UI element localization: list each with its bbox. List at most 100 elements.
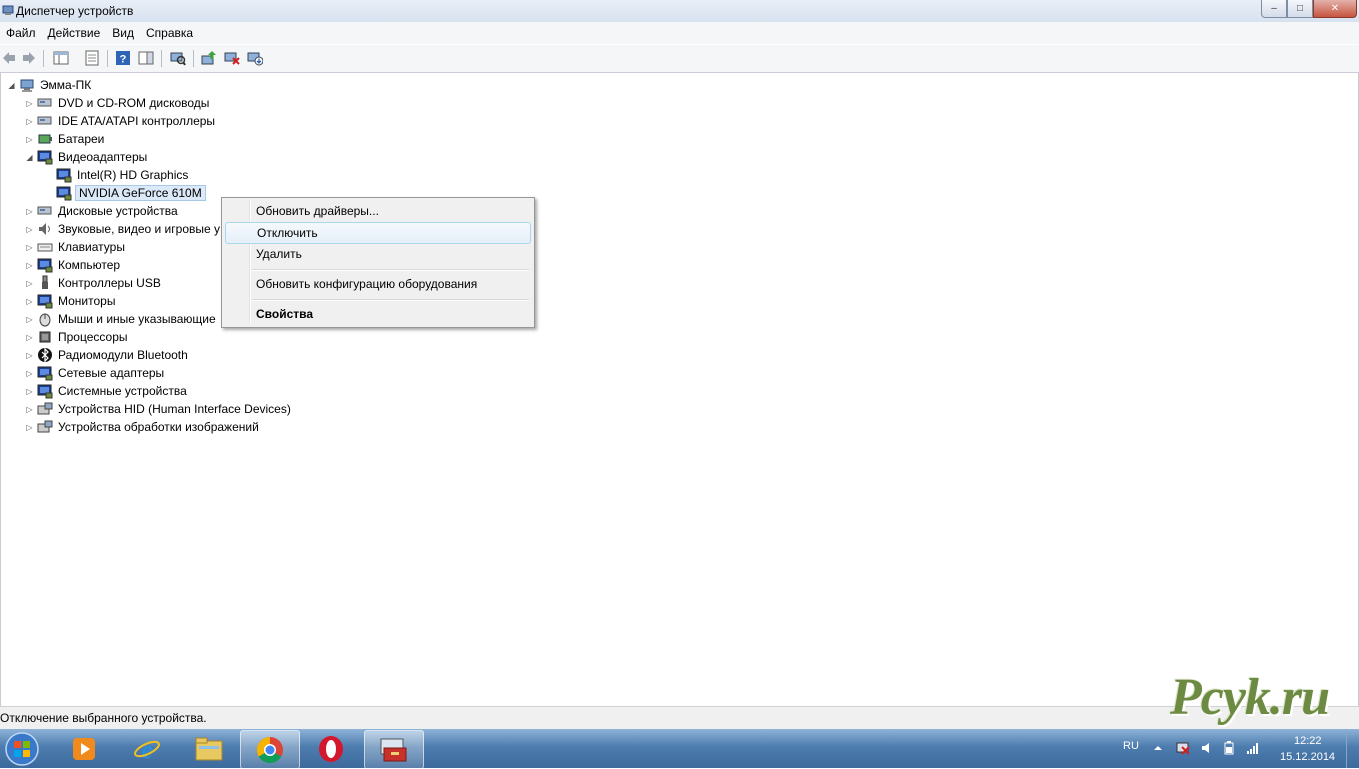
tree-device[interactable]: Intel(R) HD Graphics — [44, 166, 190, 184]
display-adapter-icon — [56, 186, 72, 201]
tree-category[interactable]: ▷ Устройства HID (Human Interface Devices… — [25, 400, 293, 418]
context-menu-disable[interactable]: Отключить — [225, 222, 531, 244]
battery-icon — [38, 134, 52, 144]
tree-node-label: Мониторы — [58, 294, 116, 308]
tree-category[interactable]: ▷ Устройства обработки изображений — [25, 418, 261, 436]
tree-expander-icon[interactable]: ▷ — [25, 279, 34, 288]
tree-node-label: IDE ATA/ATAPI контроллеры — [58, 114, 216, 128]
menu-file[interactable]: Файл — [0, 26, 42, 40]
tree-expander-icon[interactable]: ▷ — [25, 117, 34, 126]
maximize-button[interactable]: □ — [1287, 0, 1313, 18]
context-menu-separator — [252, 269, 529, 271]
taskbar-media-player[interactable] — [55, 730, 113, 767]
tree-category[interactable]: ▷ Клавиатуры — [25, 238, 127, 256]
tree-expander-icon[interactable]: ▷ — [25, 405, 34, 414]
tree-expander-icon[interactable]: ▷ — [25, 261, 34, 270]
tree-expander-icon[interactable]: ▷ — [25, 423, 34, 432]
tree-category[interactable]: ◢ Видеоадаптеры — [25, 148, 149, 166]
tree-category[interactable]: ▷ Мыши и иные указывающие — [25, 310, 218, 328]
windows-start-icon[interactable] — [2, 731, 42, 767]
tree-expander-icon[interactable]: ▷ — [25, 99, 34, 108]
tray-battery-icon[interactable] — [1222, 741, 1236, 755]
tree-expander-icon[interactable]: ▷ — [25, 225, 34, 234]
forward-arrow-icon[interactable] — [21, 50, 37, 66]
svg-text:e: e — [141, 735, 153, 764]
tree-category[interactable]: ▷ Компьютер — [25, 256, 122, 274]
toolbar-separator — [43, 50, 44, 67]
tree-category[interactable]: ▷ Дисковые устройства — [25, 202, 180, 220]
action-pane-icon[interactable] — [138, 50, 154, 66]
menu-action[interactable]: Действие — [42, 26, 107, 40]
tree-expander-icon[interactable]: ▷ — [25, 333, 34, 342]
context-menu-uninstall[interactable]: Удалить — [225, 244, 529, 264]
taskbar-device-manager[interactable] — [364, 730, 424, 769]
tree-category[interactable]: ▷ IDE ATA/ATAPI контроллеры — [25, 112, 217, 130]
tree-expander-icon[interactable]: ▷ — [25, 369, 34, 378]
show-desktop-button[interactable] — [1346, 729, 1359, 768]
toolbar-separator — [107, 50, 108, 67]
tree-expander-icon[interactable]: ◢ — [7, 81, 16, 90]
tree-expander-icon[interactable]: ▷ — [25, 351, 34, 360]
properties-sheet-icon[interactable] — [84, 50, 100, 66]
context-menu-update-drivers[interactable]: Обновить драйверы... — [225, 201, 529, 221]
update-driver-icon[interactable] — [201, 50, 217, 66]
tree-expander-icon[interactable]: ▷ — [25, 387, 34, 396]
show-hide-console-tree-icon[interactable] — [53, 50, 69, 66]
tree-expander-icon[interactable]: ▷ — [25, 297, 34, 306]
tree-expander-icon[interactable]: ◢ — [25, 153, 34, 162]
network-adapter-icon — [37, 366, 53, 381]
disable-device-icon[interactable] — [224, 50, 240, 66]
taskbar-internet-explorer[interactable]: e — [118, 730, 176, 767]
ide-controller-icon — [37, 116, 52, 125]
tray-volume-icon[interactable] — [1200, 741, 1214, 755]
tray-language[interactable]: RU — [1123, 740, 1139, 752]
usb-icon — [42, 275, 48, 289]
tree-category[interactable]: ▷ Звуковые, видео и игровые у — [25, 220, 222, 238]
taskbar-opera[interactable] — [302, 730, 360, 767]
menu-help[interactable]: Справка — [140, 26, 199, 40]
tree-category[interactable]: ▷ Радиомодули Bluetooth — [25, 346, 190, 364]
tree-category[interactable]: ▷ Системные устройства — [25, 382, 189, 400]
help-icon[interactable]: ? — [115, 50, 131, 66]
tree-node-label: Intel(R) HD Graphics — [77, 168, 189, 182]
menu-view[interactable]: Вид — [106, 26, 140, 40]
window-title: Диспетчер устройств — [16, 4, 134, 18]
tree-node-label: Эмма-ПК — [40, 78, 92, 92]
minimize-button[interactable]: – — [1261, 0, 1287, 18]
tray-network-warning-icon[interactable] — [1176, 741, 1190, 755]
scan-hardware-icon[interactable] — [170, 50, 186, 66]
tree-category[interactable]: ▷ Батареи — [25, 130, 106, 148]
media-player-icon — [73, 737, 95, 760]
system-device-icon — [37, 384, 53, 399]
tree-node-label: Компьютер — [58, 258, 121, 272]
toolbar-separator — [193, 50, 194, 67]
taskbar-chrome[interactable] — [240, 730, 300, 769]
tree-category[interactable]: ▷ DVD и CD-ROM дисководы — [25, 94, 211, 112]
tree-node-label: Устройства HID (Human Interface Devices) — [58, 402, 291, 416]
tree-expander-icon[interactable]: ▷ — [25, 207, 34, 216]
tree-node-label: Радиомодули Bluetooth — [58, 348, 188, 362]
tree-root-computer[interactable]: ◢ Эмма-ПК — [7, 76, 93, 94]
context-menu-scan-hardware[interactable]: Обновить конфигурацию оборудования — [225, 274, 529, 294]
tray-clock-date[interactable]: 15.12.2014 — [1280, 751, 1335, 763]
tree-expander-icon[interactable]: ▷ — [25, 243, 34, 252]
taskbar-explorer[interactable] — [180, 730, 238, 767]
context-menu-properties[interactable]: Свойства — [225, 304, 529, 324]
keyboard-icon — [37, 243, 53, 252]
tree-category[interactable]: ▷ Контроллеры USB — [25, 274, 163, 292]
close-button[interactable]: ✕ — [1313, 0, 1357, 18]
back-arrow-icon[interactable] — [1, 50, 17, 66]
tree-category[interactable]: ▷ Сетевые адаптеры — [25, 364, 166, 382]
tray-signal-strength-icon[interactable] — [1246, 741, 1260, 755]
computer-root-icon — [20, 79, 34, 92]
tree-expander-icon[interactable]: ▷ — [25, 135, 34, 144]
tray-expand-arrow-icon[interactable] — [1153, 741, 1163, 755]
tray-clock-time[interactable]: 12:22 — [1294, 735, 1322, 747]
taskbar: e RU 12:22 15.12.2014 — [0, 729, 1359, 769]
uninstall-device-icon[interactable] — [247, 50, 263, 66]
window-controls: – □ ✕ — [1261, 0, 1357, 19]
tree-category[interactable]: ▷ Процессоры — [25, 328, 130, 346]
tree-expander-icon[interactable]: ▷ — [25, 315, 34, 324]
tree-category[interactable]: ▷ Мониторы — [25, 292, 117, 310]
tree-device[interactable]: NVIDIA GeForce 610M — [44, 184, 206, 202]
